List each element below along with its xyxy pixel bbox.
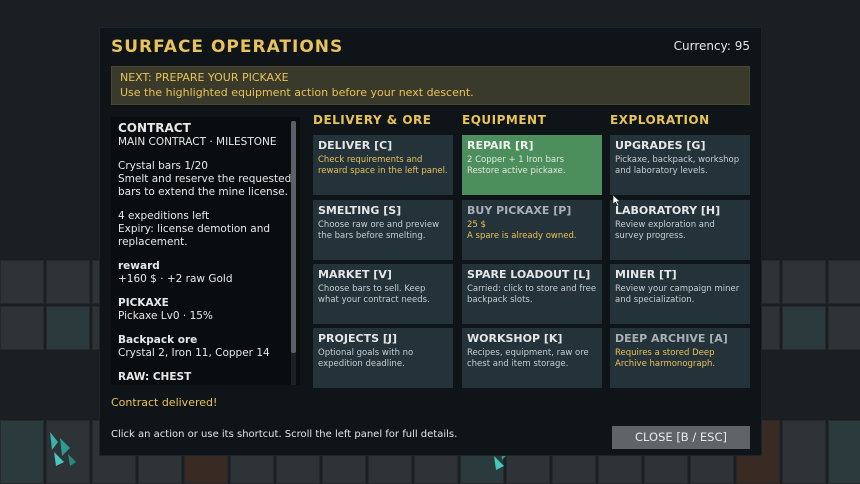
mouse-pointer-icon xyxy=(613,195,621,206)
contract-expiry: replacement. xyxy=(118,236,188,248)
help-hint: Click an action or use its shortcut. Scr… xyxy=(111,429,458,440)
contract-progress: Crystal bars 1/20 xyxy=(118,160,208,172)
buy-pickaxe-action[interactable]: BUY PICKAXE [P] 25 $ A spare is already … xyxy=(462,200,602,260)
pickaxe-label: PICKAXE xyxy=(118,297,169,309)
action-title: PROJECTS [J] xyxy=(318,332,397,345)
reward-label: reward xyxy=(118,260,160,272)
contract-details-panel[interactable]: CONTRACT MAIN CONTRACT · MILESTONE Cryst… xyxy=(111,117,300,385)
action-description: Recipes, equipment, raw ore chest and it… xyxy=(467,348,589,369)
action-description: Carried: click to store and free backpac… xyxy=(467,284,597,305)
action-description: Check requirements and reward space in t… xyxy=(318,155,448,176)
banner-heading: NEXT: PREPARE YOUR PICKAXE xyxy=(120,71,289,84)
action-description: 2 Copper + 1 Iron bars xyxy=(467,155,565,165)
next-step-banner: NEXT: PREPARE YOUR PICKAXE Use the highl… xyxy=(111,66,750,105)
deep-archive-action[interactable]: DEEP ARCHIVE [A] Requires a stored Deep … xyxy=(610,328,750,388)
smelting-action[interactable]: SMELTING [S] Choose raw ore and preview … xyxy=(313,200,453,260)
contract-title: CONTRACT xyxy=(118,121,191,135)
dialog-title: SURFACE OPERATIONS xyxy=(111,37,344,57)
spare-loadout-action[interactable]: SPARE LOADOUT [L] Carried: click to stor… xyxy=(462,264,602,324)
action-description: A spare is already owned. xyxy=(467,231,577,241)
action-title: SMELTING [S] xyxy=(318,204,402,217)
action-description: Review your campaign miner and specializ… xyxy=(615,284,740,305)
backpack-label: Backpack ore xyxy=(118,334,198,346)
laboratory-action[interactable]: LABORATORY [H] Review exploration and su… xyxy=(610,200,750,260)
action-title: SPARE LOADOUT [L] xyxy=(467,268,591,281)
action-title: DELIVER [C] xyxy=(318,139,393,152)
action-price: 25 $ xyxy=(467,220,486,230)
surface-operations-dialog: SURFACE OPERATIONS Currency: 95 NEXT: PR… xyxy=(99,27,762,456)
miner-action[interactable]: MINER [T] Review your campaign miner and… xyxy=(610,264,750,324)
repair-action[interactable]: REPAIR [R] 2 Copper + 1 Iron bars Restor… xyxy=(462,135,602,195)
action-title: BUY PICKAXE [P] xyxy=(467,204,572,217)
column-heading-delivery: DELIVERY & ORE xyxy=(313,113,432,127)
banner-body: Use the highlighted equipment action bef… xyxy=(120,86,474,99)
action-description: Pickaxe, backpack, workshop and laborato… xyxy=(615,155,740,176)
action-title: MINER [T] xyxy=(615,268,677,281)
deliver-action[interactable]: DELIVER [C] Check requirements and rewar… xyxy=(313,135,453,195)
contract-description: Smelt and reserve the requested xyxy=(118,173,292,185)
upgrades-action[interactable]: UPGRADES [G] Pickaxe, backpack, workshop… xyxy=(610,135,750,195)
action-title: REPAIR [R] xyxy=(467,139,534,152)
action-description: Optional goals with no expedition deadli… xyxy=(318,348,414,369)
reward-value: +160 $ · +2 raw Gold xyxy=(118,273,233,285)
action-title: WORKSHOP [K] xyxy=(467,332,563,345)
column-heading-exploration: EXPLORATION xyxy=(610,113,710,127)
left-panel-scroll-thumb[interactable] xyxy=(291,121,296,353)
pickaxe-value: Pickaxe Lv0 · 15% xyxy=(118,310,213,322)
contract-subtitle: MAIN CONTRACT · MILESTONE xyxy=(118,136,277,148)
action-title: MARKET [V] xyxy=(318,268,392,281)
expeditions-left: 4 expeditions left xyxy=(118,210,210,222)
action-title: DEEP ARCHIVE [A] xyxy=(615,332,728,345)
action-title: LABORATORY [H] xyxy=(615,204,721,217)
action-description: Requires a stored Deep Archive harmonogr… xyxy=(615,348,716,369)
action-description: Review exploration and survey progress. xyxy=(615,220,715,241)
column-heading-equipment: EQUIPMENT xyxy=(462,113,547,127)
crystal-ore-icon xyxy=(50,432,76,466)
contract-expiry: Expiry: license demotion and xyxy=(118,223,271,235)
currency-readout: Currency: 95 xyxy=(673,39,750,53)
raw-chest-label: RAW: CHEST xyxy=(118,371,192,383)
action-description: Restore active pickaxe. xyxy=(467,166,566,176)
backpack-value: Crystal 2, Iron 11, Copper 14 xyxy=(118,347,270,359)
action-description: Choose raw ore and preview the bars befo… xyxy=(318,220,440,241)
workshop-action[interactable]: WORKSHOP [K] Recipes, equipment, raw ore… xyxy=(462,328,602,388)
close-button[interactable]: CLOSE [B / ESC] xyxy=(612,426,750,449)
action-title: UPGRADES [G] xyxy=(615,139,706,152)
projects-action[interactable]: PROJECTS [J] Optional goals with no expe… xyxy=(313,328,453,388)
contract-description: bars to extend the mine license. xyxy=(118,186,288,198)
status-message: Contract delivered! xyxy=(111,396,218,409)
action-description: Choose bars to sell. Keep what your cont… xyxy=(318,284,430,305)
market-action[interactable]: MARKET [V] Choose bars to sell. Keep wha… xyxy=(313,264,453,324)
